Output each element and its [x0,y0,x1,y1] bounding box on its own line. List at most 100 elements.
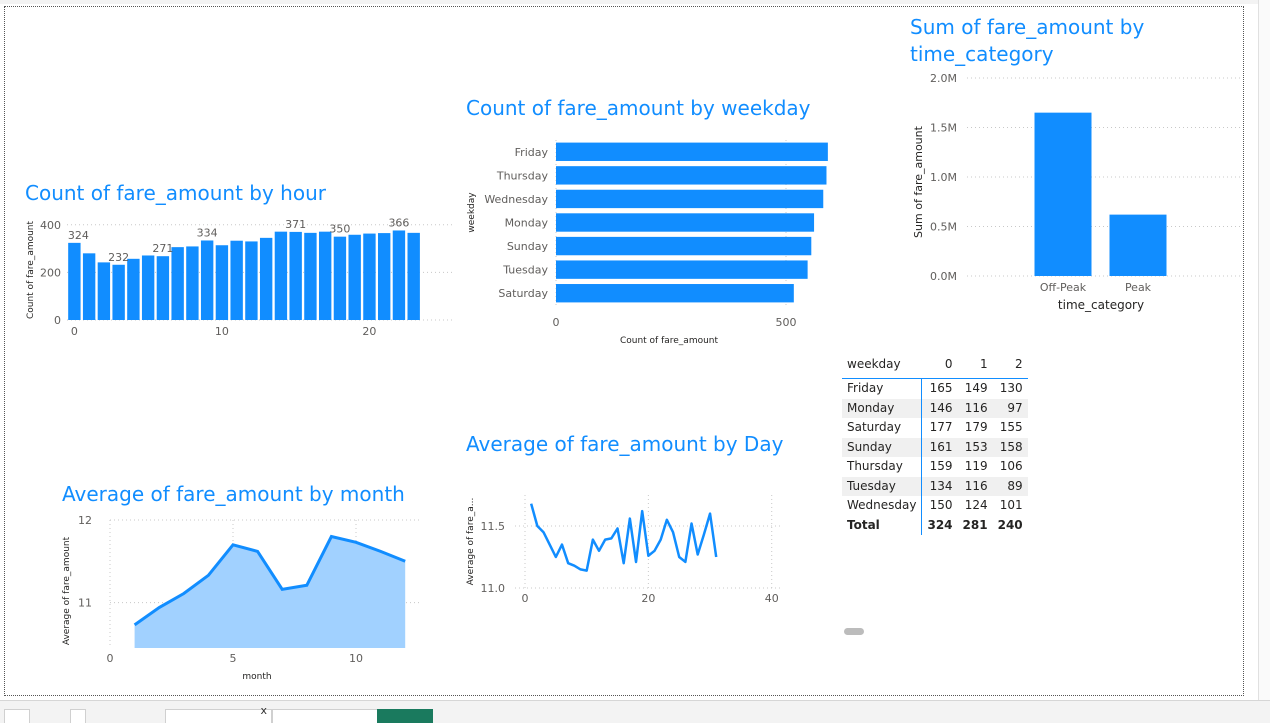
bar [556,189,824,209]
matrix-cell: 158 [992,437,1028,457]
matrix-scroll-handle[interactable] [844,628,864,635]
data-label: 232 [108,251,129,264]
matrix-col-header[interactable]: 0 [921,352,958,379]
matrix-row: Monday 146 116 97 [842,398,1028,418]
bar [556,142,828,161]
y-tick-label: 12 [78,514,92,527]
y-tick-label: Tuesday [502,264,548,277]
bar [215,245,229,320]
matrix-row-header: Wednesday [842,496,923,516]
bar [97,262,111,320]
y-tick-label: 1.0M [930,171,957,184]
matrix-cell: 161 [921,437,958,457]
x-tick-label: 0 [71,325,78,338]
x-tick-label: Peak [1125,281,1152,294]
matrix-row-header: Saturday [842,418,923,438]
x-tick-label: Off-Peak [1040,281,1087,294]
bar [1109,214,1167,276]
matrix-cell: 150 [929,498,953,512]
matrix-cell: 155 [999,420,1023,434]
bar [556,166,827,185]
chart-title-month: Average of fare_amount by month [62,482,405,506]
data-label: 350 [329,223,350,236]
vertical-scrollbar[interactable] [1258,0,1270,700]
bar [556,213,815,232]
x-tick-label: 500 [776,316,797,329]
chart-time-category[interactable]: 0.0M 0.5M 1.0M 1.5M 2.0M Off-Peak Peak time_cat… [905,68,1245,318]
page-tab[interactable]: x [165,704,272,723]
chart-title-hour: Count of fare_amount by hour [25,181,326,205]
x-tick-label: 5 [230,652,237,665]
x-axis-label: time_category [1058,298,1144,312]
page-tab-active[interactable] [377,709,433,723]
y-axis-label: weekday [467,192,477,233]
y-tick-label: 11 [78,597,92,610]
matrix-row: Saturday 177 179 155 [842,418,1028,438]
chart-day[interactable]: 11.0 11.5 0 20 40 Average of fare_a... [462,490,802,615]
x-tick-label: 20 [641,592,655,605]
x-tick-label: 10 [215,325,229,338]
y-tick-label: 0.5M [930,221,957,234]
matrix-row: Wednesday 150 124 101 [842,496,1028,516]
data-label: 334 [197,226,218,239]
chart-weekday[interactable]: 0 500 Friday Thursday Wednesday Monday Sunday T… [462,135,837,350]
x-tick-label: 0 [553,316,560,329]
bar [156,256,170,320]
y-tick-label: Saturday [498,287,548,300]
weekday-matrix[interactable]: weekday 0 1 2 Friday 165 149 130 Monday … [842,352,1028,535]
y-tick-label: Monday [505,217,549,230]
series-line [529,503,718,572]
matrix-col-header[interactable]: 2 [992,352,1028,379]
matrix-total-cell: 240 [997,517,1023,532]
chart-month[interactable]: 11 12 0 5 10 month Average of fare_amount [55,508,455,683]
matrix-row-header: Thursday [842,457,923,477]
matrix-cell: 134 [921,476,958,496]
page-tab[interactable] [272,709,378,723]
bar [289,231,302,320]
matrix-col-header[interactable]: 1 [957,352,993,379]
y-axis-label: Average of fare_a... [466,498,476,586]
bar [230,240,243,320]
chart-title-day: Average of fare_amount by Day [466,432,784,456]
bar [392,230,406,320]
matrix-corner-header: weekday [842,352,922,379]
matrix-total-row: Total 324 281 240 [842,515,1028,535]
top-edge [0,0,1270,4]
bar [171,247,184,320]
matrix-cell: 124 [964,498,988,512]
matrix-cell: 165 [929,381,953,395]
x-tick-label: 10 [349,652,363,665]
y-axis-label: Average of fare_amount [62,536,72,645]
bar [259,237,273,320]
bar [377,233,391,320]
bar [274,231,288,320]
matrix-row-header: Sunday [842,437,923,457]
chart-title-weekday: Count of fare_amount by weekday [466,96,811,120]
bar [200,240,214,320]
data-label: 366 [388,216,409,229]
close-icon[interactable]: x [260,704,267,717]
matrix-cell: 149 [964,381,988,395]
y-tick-label: 400 [40,219,61,232]
bar [318,231,332,320]
matrix-row: Friday 165 149 130 [842,378,1028,399]
matrix-cell: 101 [999,498,1023,512]
chart-title-time-category: Sum of fare_amount by time_category [910,15,1145,66]
bar [82,253,96,320]
chart-hour[interactable]: 0 200 400 324 232 271 334 371 350 366 0 10 20 Count o… [20,210,460,340]
x-axis-label: month [242,672,271,682]
bar [304,232,317,320]
page-nav-icon[interactable] [4,709,30,723]
matrix-row-header: Tuesday [842,476,923,496]
y-tick-label: 0 [54,314,61,327]
matrix-cell: 89 [992,476,1028,496]
bar [141,255,155,320]
matrix-row-header: Monday [842,398,923,418]
bar [556,260,808,279]
y-tick-label: 11.5 [481,520,506,533]
page-nav-icon[interactable] [70,709,86,723]
x-axis-label: Count of fare_amount [620,336,719,346]
bar [245,241,258,320]
y-tick-label: Wednesday [484,193,548,206]
matrix-cell: 159 [929,459,953,473]
